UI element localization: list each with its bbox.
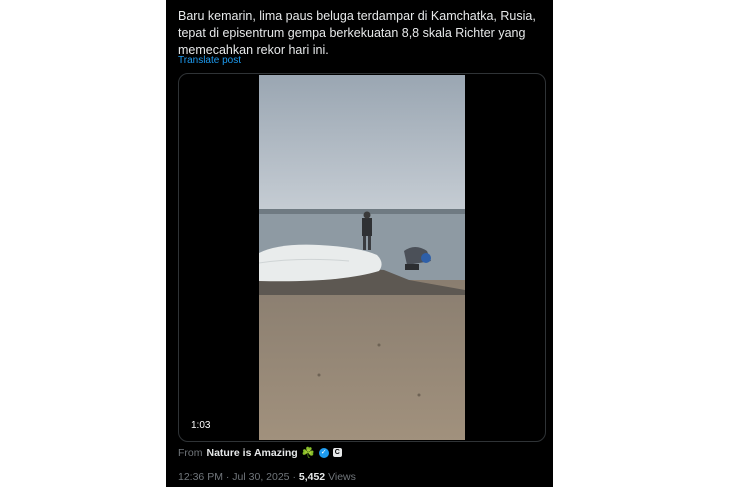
source-account-name[interactable]: Nature is Amazing bbox=[207, 447, 298, 459]
from-label: From bbox=[178, 446, 203, 459]
views-label: Views bbox=[328, 471, 356, 483]
verified-badge-icon: ✓ bbox=[318, 447, 329, 458]
tweet-text: Baru kemarin, lima paus beluga terdampar… bbox=[178, 9, 536, 57]
translate-post-link[interactable]: Translate post bbox=[178, 55, 241, 66]
meta-separator-2: · bbox=[292, 471, 296, 483]
video-frame[interactable] bbox=[259, 75, 465, 440]
video-duration: 1:03 bbox=[187, 418, 215, 433]
tweet-post: Baru kemarin, lima paus beluga terdampar… bbox=[166, 0, 553, 487]
video-player[interactable]: 1:03 bbox=[178, 73, 546, 442]
post-time[interactable]: 12:36 PM bbox=[178, 471, 223, 483]
post-metadata: 12:36 PM · Jul 30, 2025 · 5,452 Views bbox=[178, 471, 356, 483]
post-date[interactable]: Jul 30, 2025 bbox=[232, 471, 289, 483]
shamrock-emoji: ☘️ bbox=[301, 447, 315, 459]
views-count: 5,452 bbox=[298, 471, 326, 483]
video-thumbnail bbox=[259, 75, 465, 440]
meta-separator: · bbox=[225, 471, 230, 483]
affiliate-badge-icon: C bbox=[332, 448, 342, 457]
source-attribution: From Nature is Amazing ☘️ ✓ C bbox=[178, 446, 342, 459]
